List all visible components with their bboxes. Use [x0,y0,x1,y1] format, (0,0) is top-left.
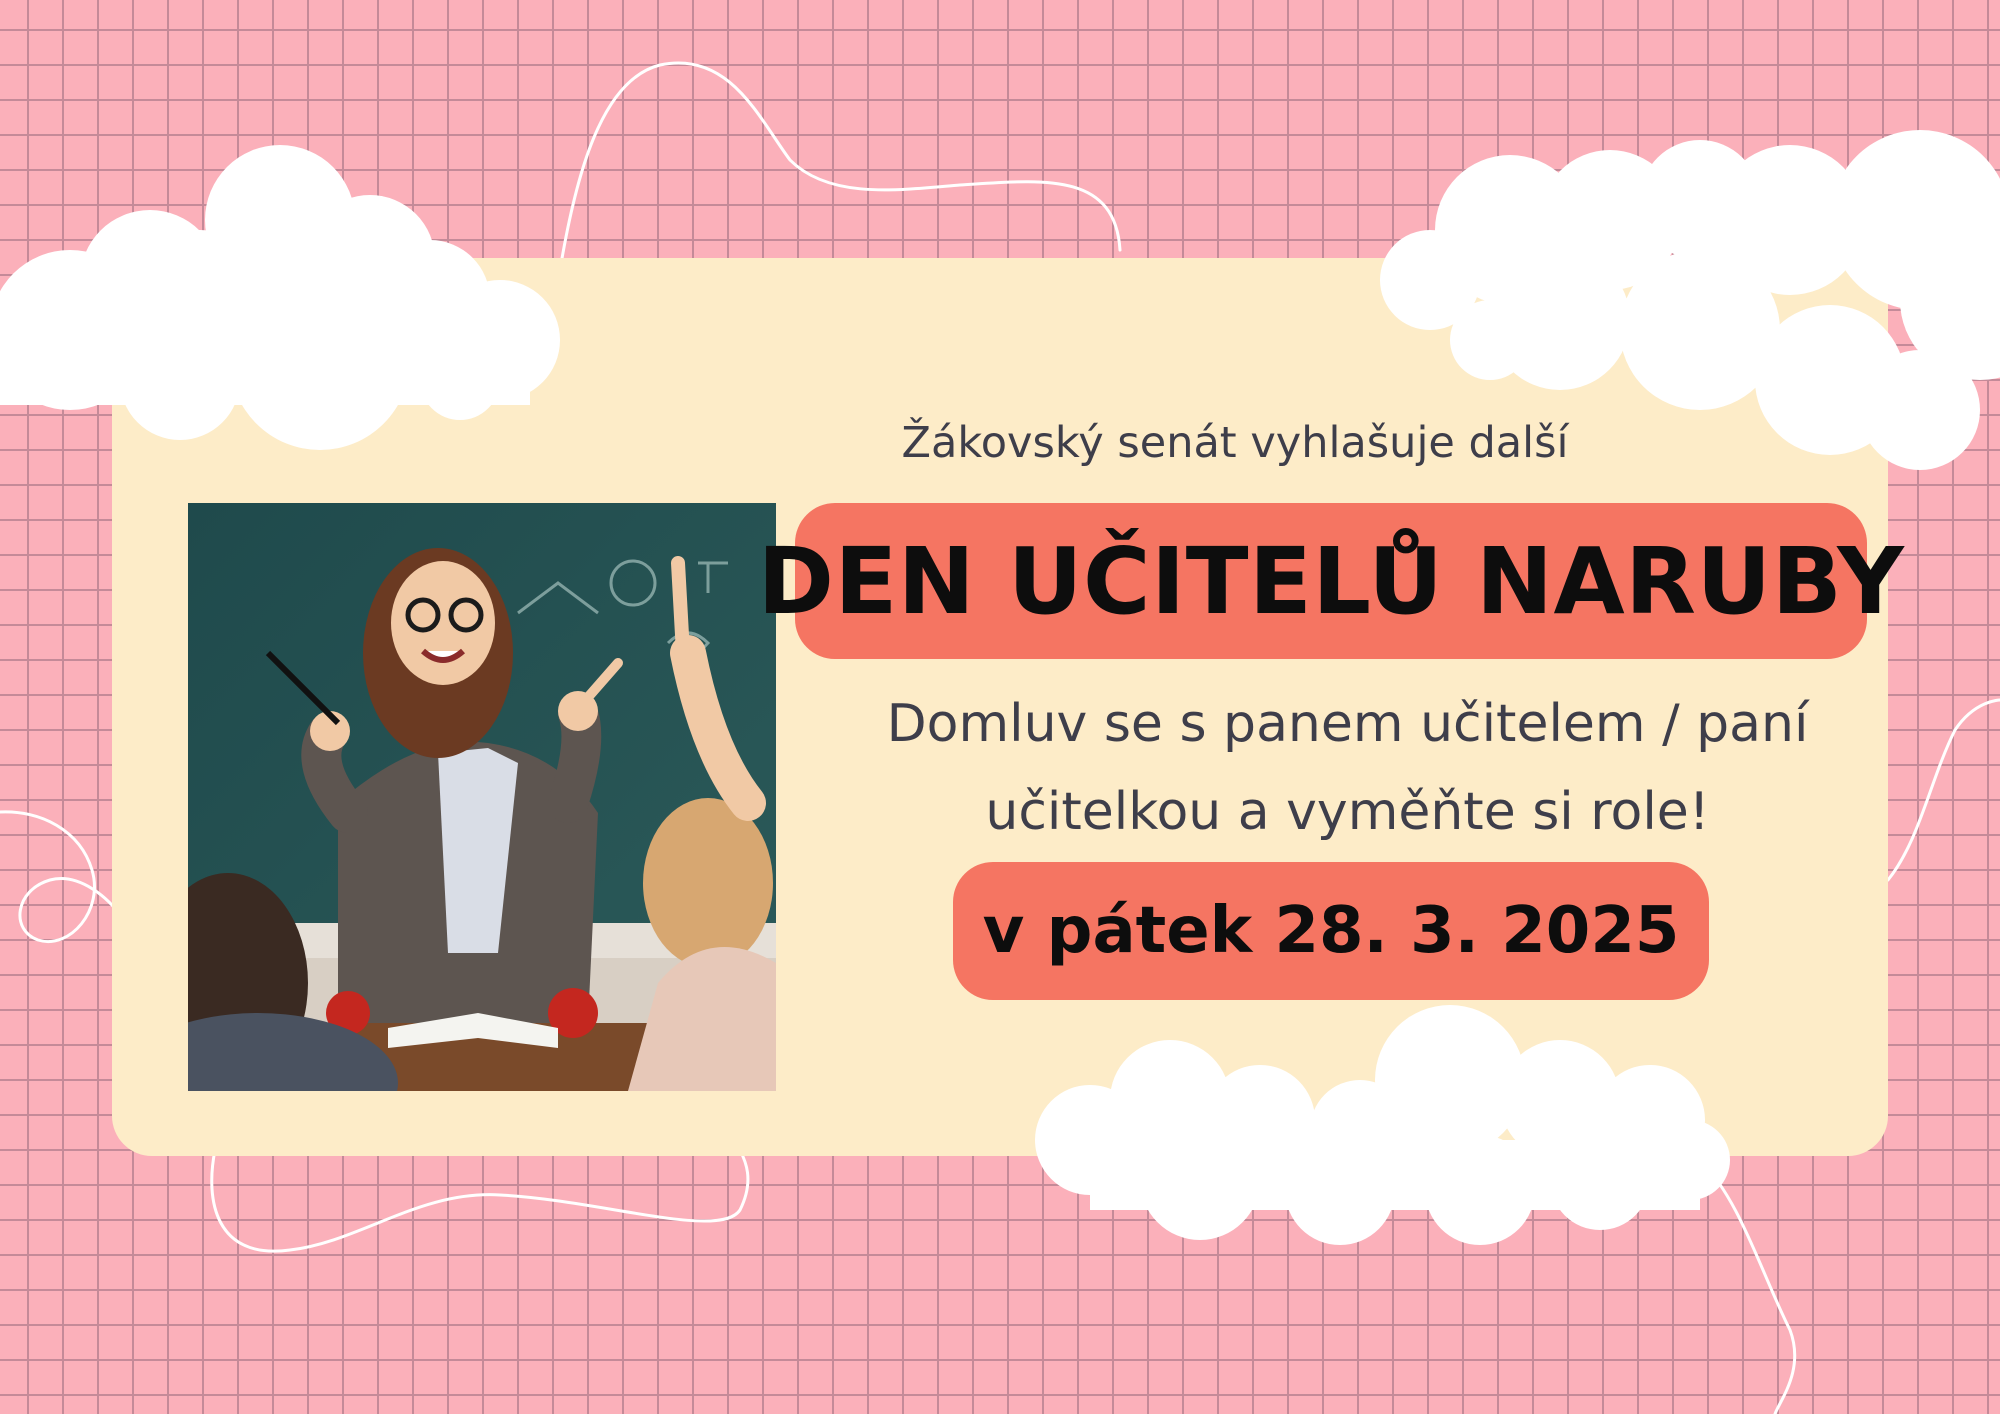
event-date: v pátek 28. 3. 2025 [982,894,1680,968]
poster-page: Žákovský senát vyhlašuje další DEN UČITE… [0,0,2000,1414]
message-line-1: Domluv se s panem učitelem / paní [886,694,1809,754]
message-line-2: učitelkou a vyměňte si role! [985,782,1710,842]
event-message: Domluv se s panem učitelem / paní učitel… [850,680,1845,856]
event-title: DEN UČITELŮ NARUBY [757,527,1905,635]
cloud-top-left-icon [0,145,560,450]
teacher-classroom-illustration [188,503,776,1091]
date-banner: v pátek 28. 3. 2025 [953,862,1709,1000]
title-banner: DEN UČITELŮ NARUBY [758,503,1904,659]
cloud-bottom-right-icon [1035,1005,1730,1245]
teacher-illustration-icon [188,503,776,1091]
intro-text: Žákovský senát vyhlašuje další [901,418,1569,468]
